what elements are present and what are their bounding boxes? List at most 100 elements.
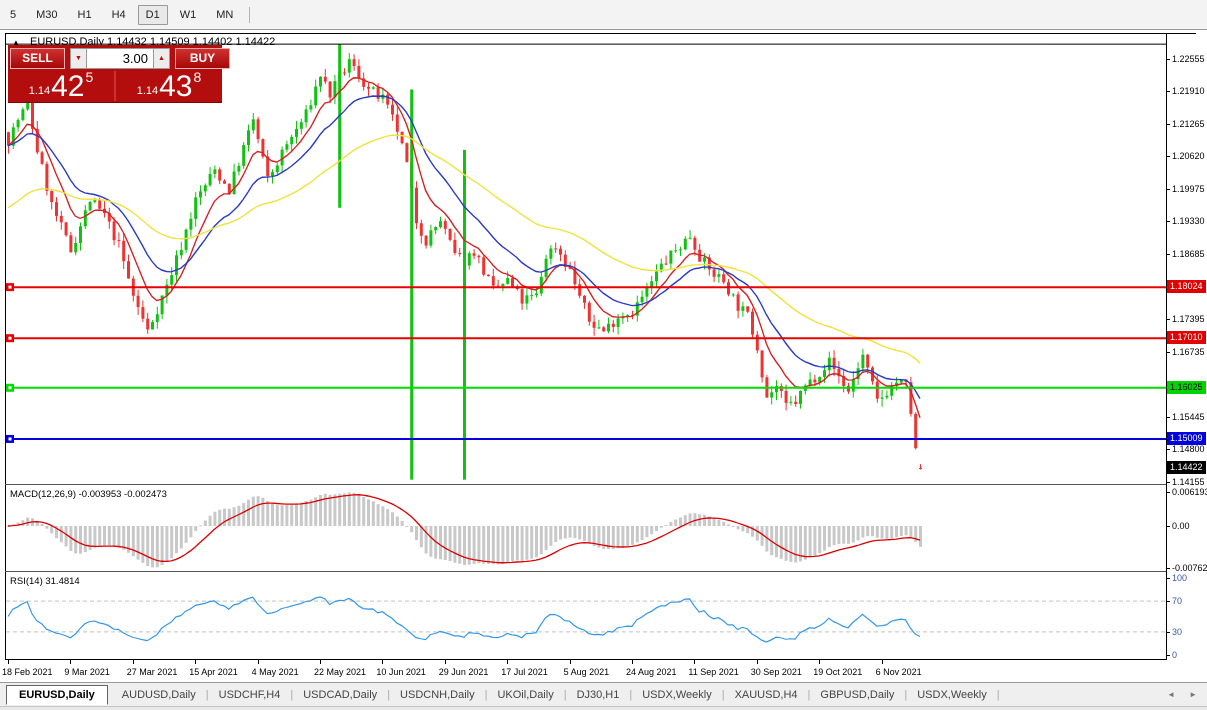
volume-decrease-icon[interactable]: ▼ (70, 48, 87, 69)
volume-input[interactable] (87, 48, 153, 69)
rsi-tick-mark (1166, 601, 1170, 602)
chart-tab-usdx-weekly[interactable]: USDX,Weekly (907, 686, 996, 704)
buy-price-prefix: 1.14 (137, 85, 158, 97)
sell-price-point: 5 (86, 69, 94, 85)
chart-tab-usdcad-daily[interactable]: USDCAD,Daily (293, 686, 387, 704)
date-tick-label: 18 Feb 2021 (2, 667, 53, 677)
buy-button[interactable]: BUY (175, 48, 230, 69)
date-tick-label: 19 Oct 2021 (813, 667, 862, 677)
macd-canvas[interactable] (6, 486, 1166, 570)
chart-tab-ukoil-daily[interactable]: UKOil,Daily (487, 686, 563, 704)
price-tick-mark (1166, 254, 1170, 255)
timeframe-button-w1[interactable]: W1 (172, 5, 205, 25)
price-tick-label: 1.14155 (1172, 477, 1205, 487)
macd-tick-mark (1166, 568, 1170, 569)
date-tick-mark (819, 660, 820, 664)
rsi-canvas[interactable] (6, 573, 1166, 658)
date-tick-mark (8, 660, 9, 664)
price-level-tag: 1.14422 (1167, 461, 1206, 474)
tab-scroll-right-icon[interactable]: ► (1189, 690, 1197, 699)
price-tick-mark (1166, 221, 1170, 222)
timeframe-button-5[interactable]: 5 (2, 5, 24, 25)
macd-tick-mark (1166, 526, 1170, 527)
date-tick-mark (133, 660, 134, 664)
date-axis: 18 Feb 20219 Mar 202127 Mar 202115 Apr 2… (0, 660, 1207, 682)
price-level-tag: 1.18024 (1167, 280, 1206, 293)
chart-tab-gbpusd-daily[interactable]: GBPUSD,Daily (810, 686, 904, 704)
date-tick-mark (195, 660, 196, 664)
price-tick-label: 1.15445 (1172, 412, 1205, 422)
date-tick-mark (694, 660, 695, 664)
chart-tab-usdx-weekly[interactable]: USDX,Weekly (632, 686, 721, 704)
date-tick-label: 10 Jun 2021 (376, 667, 426, 677)
chart-tab-eurusd-daily[interactable]: EURUSD,Daily (6, 685, 108, 705)
date-tick-label: 29 Jun 2021 (439, 667, 489, 677)
timeframe-button-h4[interactable]: H4 (104, 5, 134, 25)
date-tick-mark (382, 660, 383, 664)
date-tick-mark (882, 660, 883, 664)
price-tick-label: 1.19330 (1172, 216, 1205, 226)
rsi-tick-label: 0 (1172, 650, 1177, 660)
date-tick-mark (570, 660, 571, 664)
rsi-separator[interactable] (5, 571, 1166, 572)
buy-price-pips: 43 (159, 74, 192, 100)
date-tick-mark (632, 660, 633, 664)
chart-tab-audusd-daily[interactable]: AUDUSD,Daily (112, 686, 206, 704)
price-tick-mark (1166, 482, 1170, 483)
timeframe-button-m30[interactable]: M30 (28, 5, 65, 25)
tab-separator: | (997, 689, 1000, 701)
macd-tick-label: 0.00 (1172, 521, 1190, 531)
date-tick-label: 5 Aug 2021 (564, 667, 610, 677)
date-tick-label: 24 Aug 2021 (626, 667, 677, 677)
price-tick-mark (1166, 319, 1170, 320)
volume-increase-icon[interactable]: ▲ (153, 48, 170, 69)
timeframe-button-h1[interactable]: H1 (70, 5, 100, 25)
toolbar-divider (249, 7, 250, 23)
date-tick-mark (320, 660, 321, 664)
one-click-trading-panel: SELL ▼ ▲ BUY 1.14 42 5 1.14 43 8 (8, 45, 222, 102)
rsi-indicator-label: RSI(14) 31.4814 (10, 576, 80, 587)
buy-price-point: 8 (194, 69, 202, 85)
price-level-tag: 1.17010 (1167, 331, 1206, 344)
price-tick-mark (1166, 124, 1170, 125)
price-tick-label: 1.19975 (1172, 184, 1205, 194)
date-tick-label: 11 Sep 2021 (688, 667, 738, 677)
chart-tab-dj30-h1[interactable]: DJ30,H1 (567, 686, 630, 704)
chart-window: ▲ EURUSD,Daily 1.14432 1.14509 1.14402 1… (0, 33, 1207, 681)
date-tick-mark (70, 660, 71, 664)
rsi-tick-label: 100 (1172, 573, 1187, 583)
price-tick-label: 1.22555 (1172, 54, 1205, 64)
macd-tick-label: 0.006193 (1172, 487, 1207, 497)
tab-scroll-left-icon[interactable]: ◄ (1167, 690, 1175, 699)
chart-tab-usdcnh-daily[interactable]: USDCNH,Daily (390, 686, 485, 704)
macd-tick-label: -0.007621 (1172, 563, 1207, 573)
timeframe-button-mn[interactable]: MN (208, 5, 241, 25)
price-tick-label: 1.20620 (1172, 151, 1205, 161)
price-tick-mark (1166, 449, 1170, 450)
price-tick-label: 1.14800 (1172, 444, 1205, 454)
trading-terminal: 5M30H1H4D1W1MN ▲ EURUSD,Daily 1.14432 1.… (0, 0, 1207, 710)
buy-price-display[interactable]: 1.14 43 8 (116, 71, 222, 101)
price-level-tag: 1.16025 (1167, 381, 1206, 394)
price-tick-mark (1166, 91, 1170, 92)
price-tick-label: 1.18685 (1172, 249, 1205, 259)
price-tick-mark (1166, 156, 1170, 157)
chart-tab-bar: EURUSD,DailyAUDUSD,Daily|USDCHF,H4|USDCA… (0, 682, 1207, 706)
timeframe-toolbar: 5M30H1H4D1W1MN (0, 0, 1207, 30)
rsi-tick-mark (1166, 578, 1170, 579)
macd-separator[interactable] (5, 484, 1166, 485)
date-tick-label: 22 May 2021 (314, 667, 366, 677)
chart-tab-usdchf-h4[interactable]: USDCHF,H4 (209, 686, 291, 704)
price-tick-mark (1166, 352, 1170, 353)
timeframe-button-d1[interactable]: D1 (138, 5, 168, 25)
date-tick-label: 9 Mar 2021 (64, 667, 110, 677)
sell-price-display[interactable]: 1.14 42 5 (8, 71, 114, 101)
date-tick-label: 17 Jul 2021 (501, 667, 548, 677)
date-tick-mark (507, 660, 508, 664)
sell-button[interactable]: SELL (10, 48, 65, 69)
chart-tab-xauusd-h4[interactable]: XAUUSD,H4 (725, 686, 808, 704)
price-tick-mark (1166, 59, 1170, 60)
date-tick-label: 30 Sep 2021 (751, 667, 802, 677)
date-tick-mark (258, 660, 259, 664)
date-tick-label: 15 Apr 2021 (189, 667, 238, 677)
